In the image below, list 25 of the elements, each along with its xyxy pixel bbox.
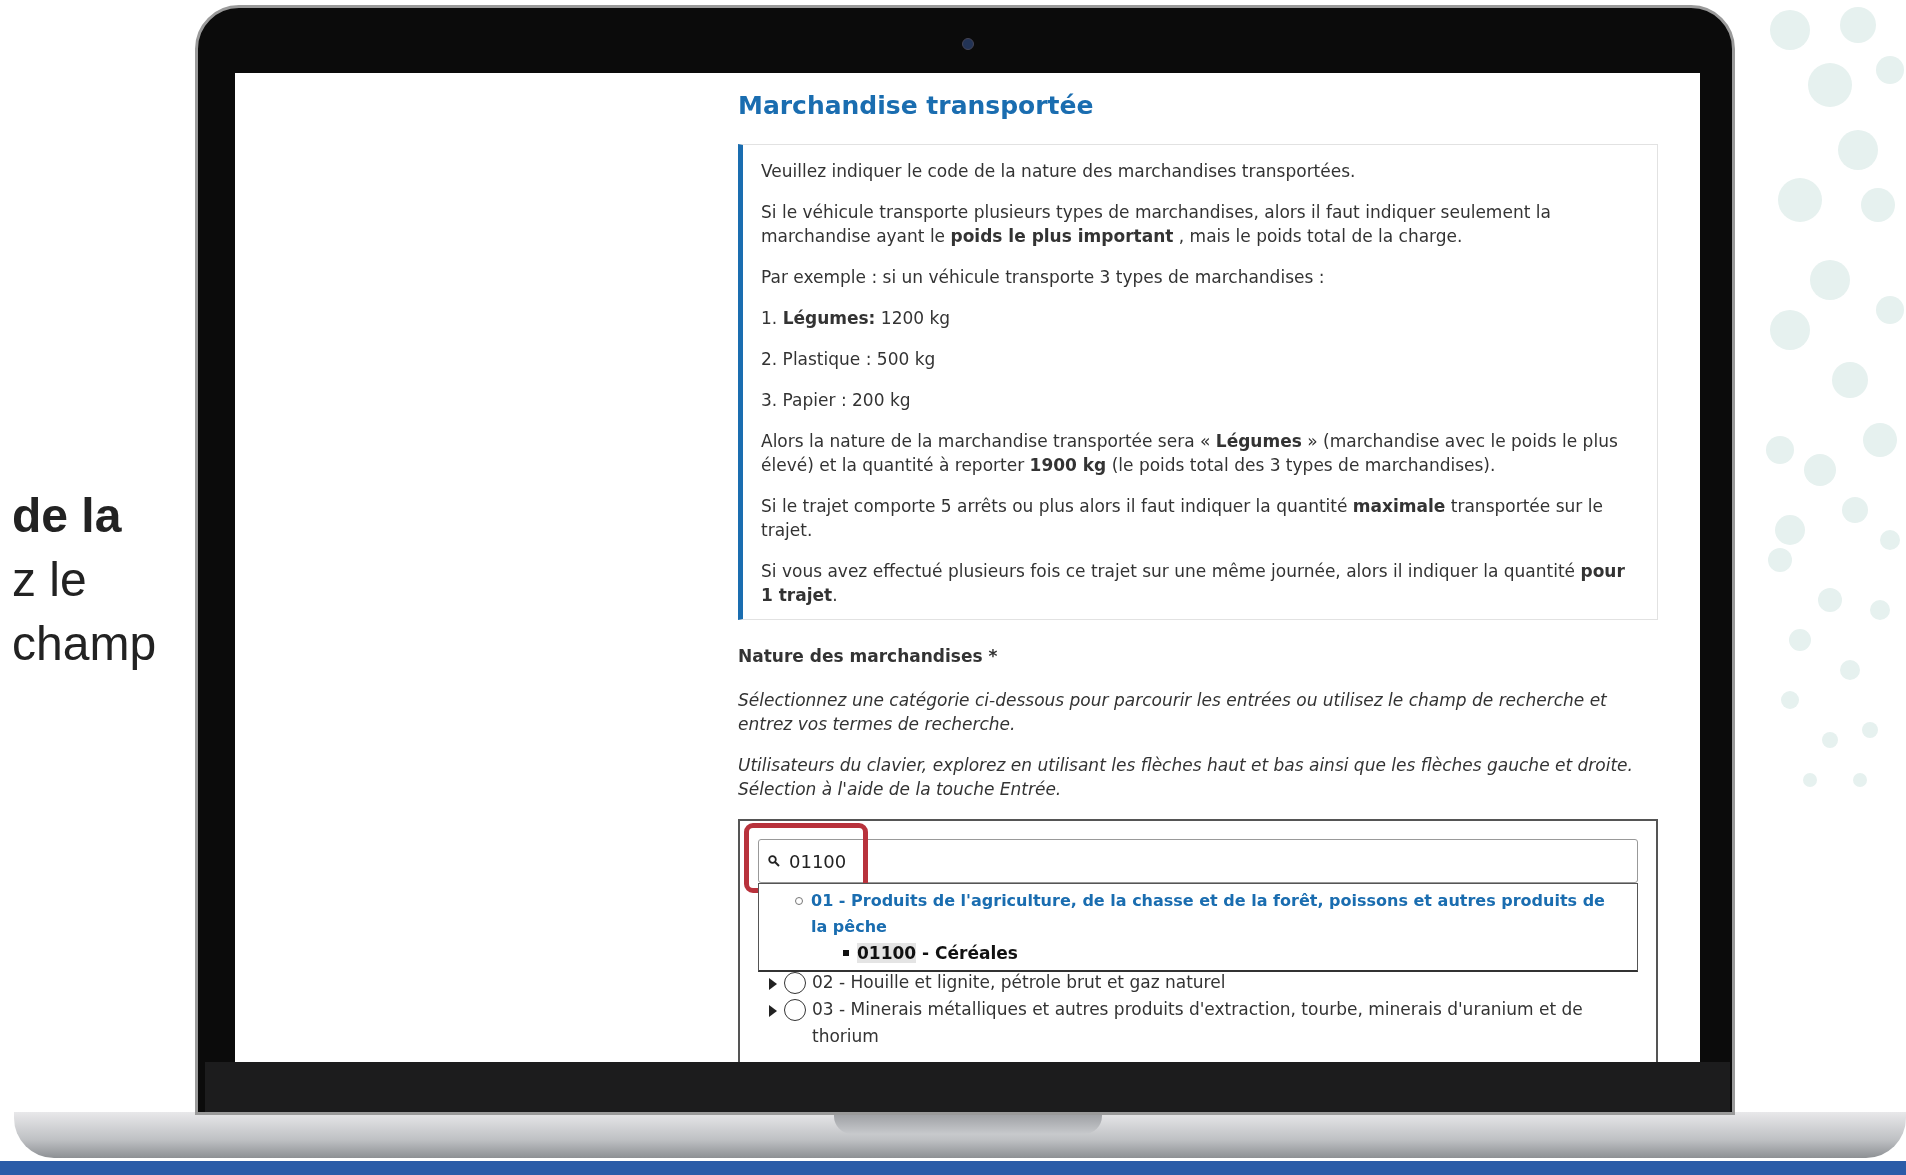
suggestion-item[interactable]: 01100 - Céréales bbox=[857, 940, 1018, 966]
suggestion-category[interactable]: 01 - Produits de l'agriculture, de la chasse et de la forêt, poissons et autres produits de la pêche bbox=[811, 888, 1625, 940]
caption-text: z le bbox=[12, 552, 88, 608]
info-paragraph: Alors la nature de la marchandise transportée sera « Légumes » (marchandise avec le poids le plus élevé) et la quantité à reporter 1900 kg (le poids total des 3 types de marchandises). bbox=[761, 430, 1619, 477]
info-paragraph: 3. Papier : 200 kg bbox=[761, 389, 912, 412]
bullet-icon bbox=[843, 950, 849, 956]
info-paragraph: 2. Plastique : 500 kg bbox=[761, 348, 937, 371]
tree-item[interactable]: 03 - Minerais métalliques et autres produits d'extraction, tourbe, minerais d'uranium et de thorium bbox=[812, 996, 1638, 1050]
expand-caret-icon[interactable] bbox=[768, 978, 778, 990]
info-paragraph: Par exemple : si un véhicule transporte 3 types de marchandises : bbox=[761, 266, 1326, 289]
caption-text: champ bbox=[12, 616, 157, 672]
info-paragraph: 1. Légumes: 1200 kg bbox=[761, 307, 952, 330]
tree-item[interactable]: 02 - Houille et lignite, pétrole brut et gaz naturel bbox=[812, 969, 1226, 996]
info-paragraph: Si le véhicule transporte plusieurs types de marchandises, alors il faut indiquer seulement la marchandise ayant le poids le plus important , mais le poids total de la charge. bbox=[761, 201, 1552, 248]
search-field[interactable]: 01100 bbox=[758, 839, 1638, 883]
info-paragraph: Si le trajet comporte 5 arrêts ou plus alors il faut indiquer la quantité maximale transportée sur le trajet. bbox=[761, 495, 1604, 542]
caption-text: de la bbox=[12, 488, 123, 544]
search-icon bbox=[768, 855, 780, 867]
hint-text: Sélectionnez une catégorie ci-dessous pour parcourir les entrées ou utilisez le champ de recherche et entrez vos termes de recherche. bbox=[738, 689, 1608, 736]
field-label: Nature des marchandises * bbox=[738, 646, 999, 666]
hint-text: Utilisateurs du clavier, explorez en utilisant les flèches haut et bas ainsi que les flèches gauche et droite. Sélection à l'aide de la touche Entrée. bbox=[738, 754, 1634, 801]
info-paragraph: Si vous avez effectué plusieurs fois ce trajet sur une même journée, alors il indiquer la quantité pour 1 trajet. bbox=[761, 560, 1626, 607]
expand-caret-icon[interactable] bbox=[768, 1005, 778, 1017]
info-paragraph: Veuillez indiquer le code de la nature des marchandises transportées. bbox=[761, 160, 1357, 183]
section-title: Marchandise transportée bbox=[738, 91, 1095, 120]
